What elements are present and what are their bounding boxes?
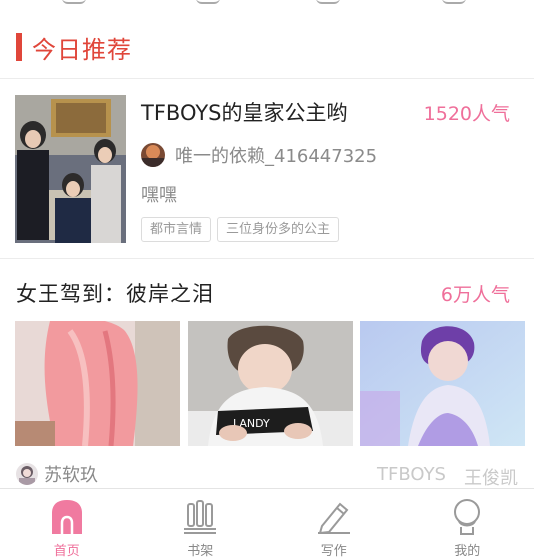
nav-label: 我的 bbox=[454, 544, 481, 559]
nav-item-write[interactable]: 写作 bbox=[267, 489, 401, 559]
previous-row-edge bbox=[0, 0, 534, 8]
nav-item-profile[interactable]: 我的 bbox=[401, 489, 534, 559]
tag[interactable]: 都市言情 bbox=[141, 217, 212, 242]
nav-label: 书架 bbox=[187, 544, 214, 559]
tag[interactable]: 三位身份多的公主 bbox=[217, 217, 340, 242]
section-title: 今日推荐 bbox=[32, 35, 132, 64]
tag[interactable]: 王俊凯 bbox=[464, 464, 518, 490]
story-image[interactable] bbox=[360, 321, 525, 446]
profile-icon bbox=[447, 498, 487, 536]
popularity-count: 6万人气 bbox=[440, 284, 510, 306]
tag-list: TFBOYS 王俊凯 bbox=[377, 464, 518, 490]
author-row[interactable]: 唯一的依赖_416447325 bbox=[141, 142, 377, 168]
nav-item-bookshelf[interactable]: 书架 bbox=[134, 489, 268, 559]
divider bbox=[0, 258, 534, 259]
home-icon bbox=[47, 498, 87, 536]
story-image[interactable]: LANDY bbox=[188, 321, 353, 446]
nav-label: 首页 bbox=[53, 544, 80, 559]
story-image[interactable] bbox=[15, 321, 180, 446]
author-avatar[interactable] bbox=[16, 463, 38, 485]
tag-list: 都市言情 三位身份多的公主 bbox=[141, 217, 340, 242]
nav-item-home[interactable]: 首页 bbox=[0, 489, 134, 559]
popularity-count: 1520人气 bbox=[423, 103, 510, 125]
bottom-nav: 首页 书架 写作 我的 bbox=[0, 488, 534, 559]
nav-label: 写作 bbox=[320, 544, 347, 559]
section-accent-bar bbox=[16, 33, 22, 61]
story-description: 嘿嘿 bbox=[141, 185, 177, 206]
divider bbox=[0, 78, 534, 79]
pen-icon bbox=[314, 498, 354, 536]
section-header: 今日推荐 bbox=[16, 30, 132, 64]
author-name[interactable]: 唯一的依赖_416447325 bbox=[175, 142, 377, 168]
author-avatar[interactable] bbox=[141, 143, 165, 167]
tag[interactable]: TFBOYS bbox=[377, 464, 446, 490]
story-title[interactable]: TFBOYS的皇家公主哟 bbox=[141, 97, 347, 127]
author-row[interactable]: 苏软玖 bbox=[16, 461, 98, 487]
bookshelf-icon bbox=[180, 498, 220, 536]
story-title[interactable]: 女王驾到：彼岸之泪 bbox=[16, 278, 214, 308]
story-cover-image[interactable] bbox=[15, 95, 126, 243]
author-name[interactable]: 苏软玖 bbox=[44, 461, 98, 487]
